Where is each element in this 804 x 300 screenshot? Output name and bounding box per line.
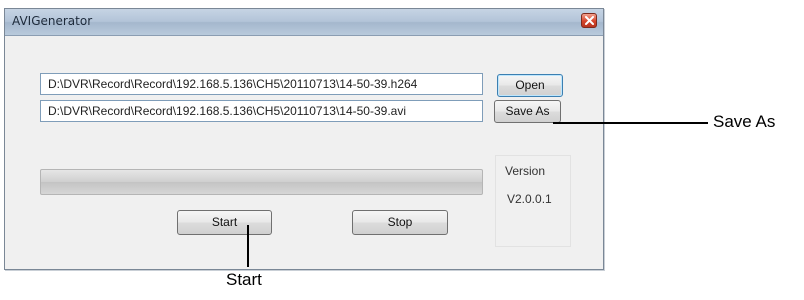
close-icon (585, 16, 594, 25)
stop-button[interactable]: Stop (352, 210, 448, 235)
open-button[interactable]: Open (497, 74, 563, 97)
start-callout-label: Start (226, 270, 262, 289)
source-file-field[interactable]: D:\DVR\Record\Record\192.168.5.136\CH5\2… (40, 73, 483, 95)
title-bar: AVIGenerator (5, 9, 603, 36)
save-as-callout-line (553, 122, 708, 124)
start-button[interactable]: Start (177, 210, 272, 235)
version-value: V2.0.0.1 (507, 192, 552, 206)
output-file-field[interactable]: D:\DVR\Record\Record\192.168.5.136\CH5\2… (40, 100, 483, 122)
window-title: AVIGenerator (12, 14, 93, 28)
conversion-progress-bar (40, 169, 483, 195)
save-as-button[interactable]: Save As (494, 100, 561, 123)
close-button[interactable] (581, 13, 597, 28)
version-label: Version (505, 164, 546, 178)
avigenerator-window: AVIGenerator D:\DVR\Record\Record\192.16… (4, 8, 604, 270)
save-as-callout-label: Save As (713, 112, 776, 131)
start-callout-line (247, 225, 249, 267)
